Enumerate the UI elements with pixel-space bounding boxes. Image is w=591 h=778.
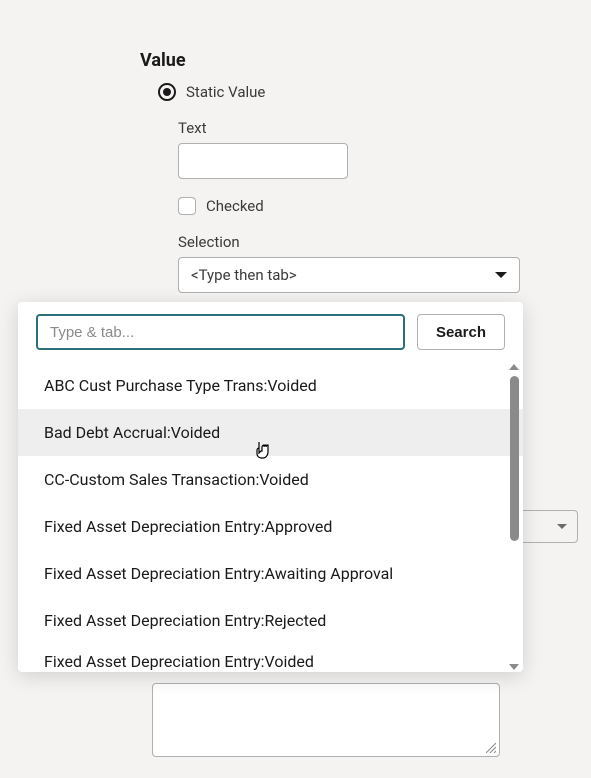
search-button[interactable]: Search (417, 314, 505, 350)
checkbox-icon (178, 197, 196, 215)
scrollbar[interactable] (507, 362, 521, 672)
radio-static-value[interactable]: Static Value (140, 83, 591, 101)
checkbox-field-group: Checked (140, 197, 591, 215)
section-title: Value (140, 50, 591, 71)
scroll-up-icon (509, 364, 519, 370)
list-item[interactable]: CC-Custom Sales Transaction:Voided (18, 456, 523, 503)
list-item[interactable]: Fixed Asset Depreciation Entry:Rejected (18, 597, 523, 644)
scrollbar-thumb[interactable] (510, 376, 519, 541)
list-item[interactable]: Fixed Asset Depreciation Entry:Voided (18, 644, 523, 672)
text-input[interactable] (178, 143, 348, 179)
list-item[interactable]: ABC Cust Purchase Type Trans:Voided (18, 362, 523, 409)
checkbox-checked[interactable]: Checked (178, 197, 591, 215)
partial-select[interactable] (520, 510, 578, 543)
text-field-group: Text (140, 119, 591, 179)
options-list: ABC Cust Purchase Type Trans:Voided Bad … (18, 362, 523, 672)
selection-field-label: Selection (178, 233, 591, 251)
list-item[interactable]: Fixed Asset Depreciation Entry:Awaiting … (18, 550, 523, 597)
scroll-down-icon (509, 664, 519, 670)
selection-popover: Search ABC Cust Purchase Type Trans:Void… (18, 302, 523, 672)
caret-down-icon (495, 272, 507, 278)
selection-placeholder: <Type then tab> (191, 266, 297, 284)
checkbox-label: Checked (206, 197, 264, 215)
caret-down-icon (557, 524, 567, 529)
search-input[interactable] (36, 314, 405, 350)
list-item[interactable]: Bad Debt Accrual:Voided (18, 409, 523, 456)
selection-field-group: Selection <Type then tab> (140, 233, 591, 293)
resize-handle-icon (486, 743, 496, 753)
list-item[interactable]: Fixed Asset Depreciation Entry:Approved (18, 503, 523, 550)
textarea[interactable] (152, 683, 500, 757)
selection-dropdown[interactable]: <Type then tab> (178, 257, 520, 293)
radio-label: Static Value (186, 83, 265, 101)
radio-icon (158, 83, 176, 101)
text-field-label: Text (178, 119, 591, 137)
